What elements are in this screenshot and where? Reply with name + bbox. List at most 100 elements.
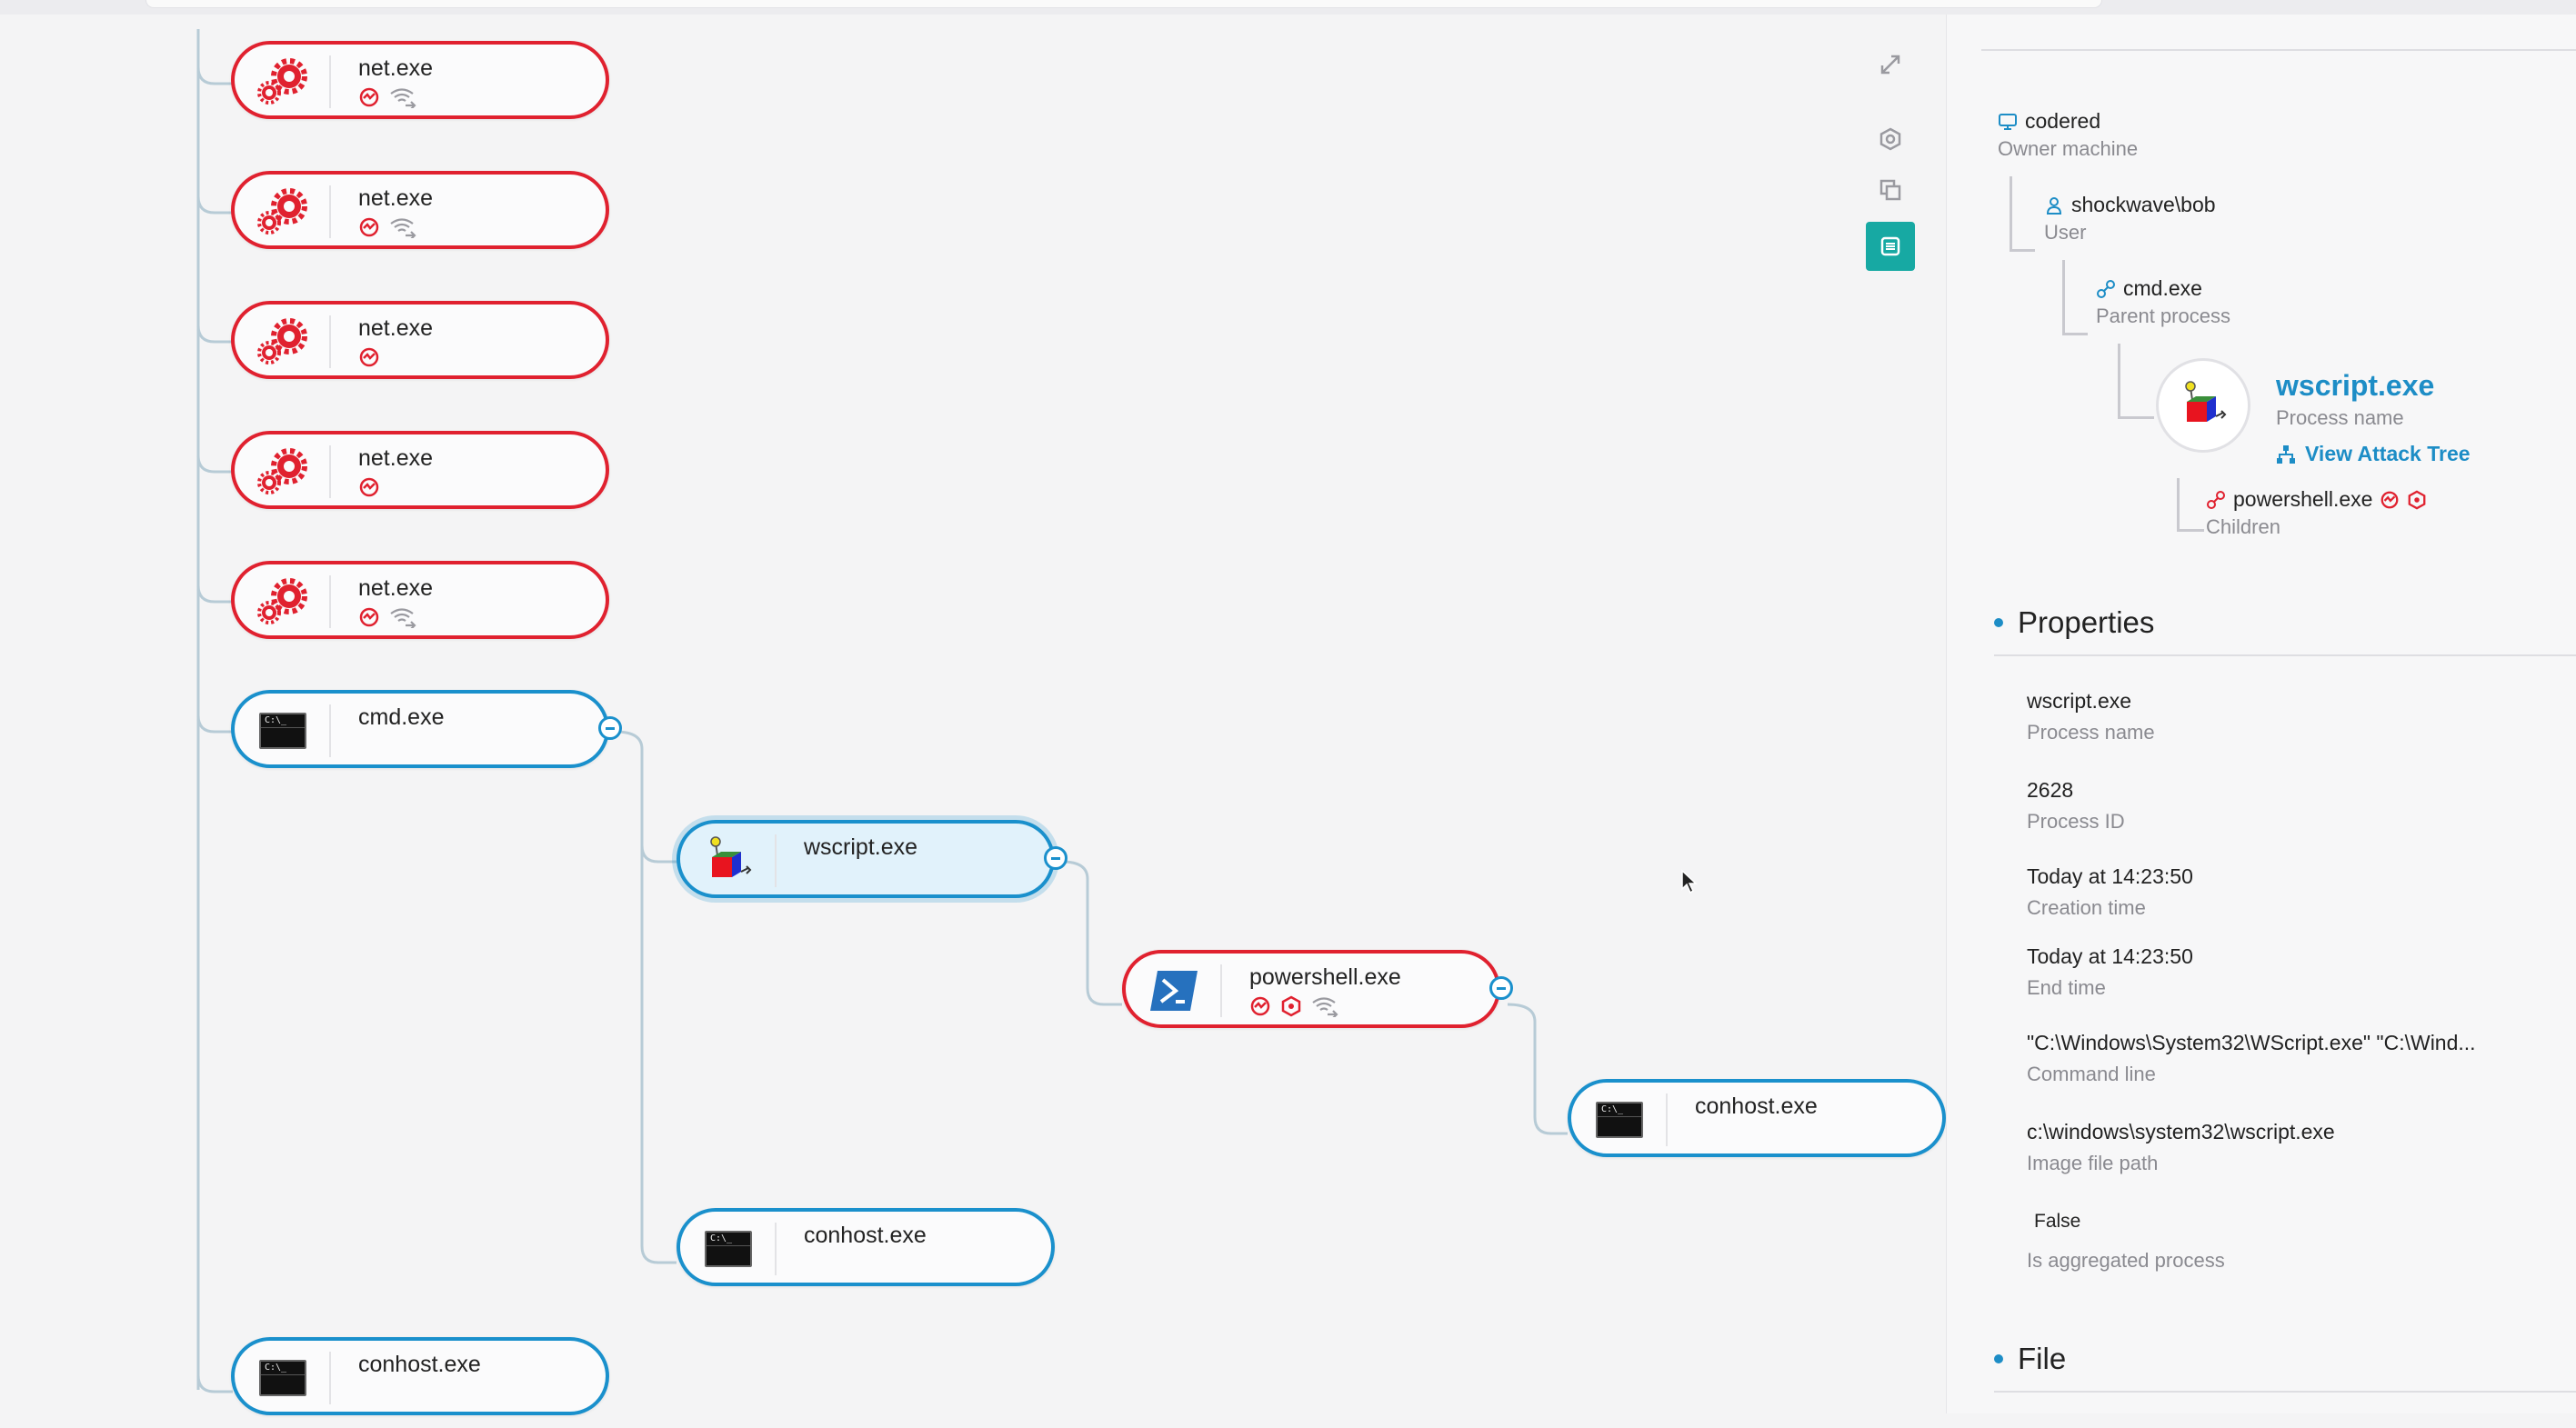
address-bar[interactable] bbox=[145, 0, 2102, 8]
node-separator bbox=[1220, 964, 1222, 1017]
process-name: net.exe bbox=[358, 55, 434, 81]
user-label: User bbox=[2044, 221, 2087, 244]
alert-icon bbox=[358, 86, 380, 108]
alert-icon bbox=[358, 346, 380, 368]
node-separator bbox=[329, 1352, 331, 1404]
terminal-icon bbox=[1591, 1094, 1648, 1145]
attack-tree-icon bbox=[2276, 444, 2296, 464]
process-avatar bbox=[2156, 358, 2250, 453]
process-name: net.exe bbox=[358, 185, 434, 211]
property-value: 2628 bbox=[2027, 778, 2074, 802]
edge-net-1 bbox=[196, 66, 233, 85]
property-label: Process name bbox=[2027, 721, 2155, 744]
alert-icon bbox=[358, 216, 380, 238]
process-node-cmd-exe[interactable]: cmd.exe bbox=[231, 690, 622, 768]
copy-icon[interactable] bbox=[1866, 165, 1915, 215]
section-divider bbox=[1994, 1391, 2576, 1393]
wscript-cube-icon bbox=[2185, 381, 2227, 422]
owner-machine-item: codered Owner machine bbox=[1998, 109, 2138, 161]
property-label: Creation time bbox=[2027, 896, 2146, 919]
list-icon[interactable] bbox=[1866, 222, 1915, 271]
process-node-net-exe[interactable]: net.exe bbox=[231, 561, 609, 639]
properties-section-header[interactable]: Properties bbox=[1994, 605, 2154, 640]
process-node-net-exe[interactable]: net.exe bbox=[231, 171, 609, 249]
children-item[interactable]: powershell.exe Children bbox=[2206, 487, 2427, 539]
alert-icon bbox=[358, 606, 380, 628]
node-separator bbox=[329, 704, 331, 757]
edge-wscript-child bbox=[1061, 860, 1122, 1006]
owner-machine-value: codered bbox=[2025, 109, 2101, 133]
process-name: cmd.exe bbox=[358, 704, 445, 730]
gears-icon bbox=[255, 446, 311, 497]
user-value: shockwave\bob bbox=[2071, 193, 2216, 216]
edge-net-2 bbox=[196, 195, 233, 215]
process-name: net.exe bbox=[358, 315, 434, 341]
network-icon bbox=[389, 216, 416, 240]
process-node-net-exe[interactable]: net.exe bbox=[231, 41, 609, 119]
section-bullet-icon bbox=[1994, 1354, 2003, 1363]
process-node-net-exe[interactable]: net.exe bbox=[231, 301, 609, 379]
gears-icon bbox=[255, 576, 311, 627]
edge-conhost-3 bbox=[196, 1374, 233, 1393]
property-label: Process ID bbox=[2027, 810, 2125, 833]
property-value: wscript.exe bbox=[2027, 689, 2132, 713]
tree-connector bbox=[2118, 344, 2120, 416]
section-bullet-icon bbox=[1994, 618, 2003, 627]
tree-connector bbox=[2177, 478, 2180, 529]
process-node-conhost-exe[interactable]: conhost.exe bbox=[677, 1208, 1055, 1286]
process-name-value: wscript.exe bbox=[2276, 369, 2435, 402]
property-label: Image file path bbox=[2027, 1152, 2159, 1174]
tree-connector bbox=[2062, 333, 2088, 335]
network-icon bbox=[389, 606, 416, 630]
mouse-cursor-icon bbox=[1681, 869, 1698, 894]
process-node-powershell-exe[interactable]: powershell.exe bbox=[1122, 950, 1513, 1028]
alert-icon bbox=[358, 476, 380, 498]
parent-process-item[interactable]: cmd.exe Parent process bbox=[2096, 276, 2230, 328]
network-icon bbox=[1311, 995, 1338, 1019]
property-value: False bbox=[2034, 1211, 2081, 1232]
property-item: False Is aggregated process bbox=[2027, 1211, 2225, 1273]
collapse-button[interactable] bbox=[1489, 976, 1513, 1000]
process-name-item: wscript.exe Process name bbox=[2276, 369, 2434, 430]
tree-connector bbox=[2010, 176, 2012, 249]
edge-cmd-children bbox=[615, 730, 677, 1264]
process-node-net-exe[interactable]: net.exe bbox=[231, 431, 609, 509]
file-section-header[interactable]: File bbox=[1994, 1342, 2066, 1376]
settings-hex-icon[interactable] bbox=[1866, 115, 1915, 164]
process-node-wscript-exe[interactable]: wscript.exe bbox=[677, 820, 1067, 898]
property-item: "C:\Windows\System32\WScript.exe" "C:\Wi… bbox=[2027, 1031, 2476, 1086]
edge-powershell-child bbox=[1507, 1003, 1568, 1135]
process-graph-canvas[interactable]: net.exe net.exe net.exe net.exe net.exe … bbox=[0, 15, 1946, 1415]
collapse-button[interactable] bbox=[598, 716, 622, 740]
process-node-conhost-exe[interactable]: conhost.exe bbox=[231, 1337, 609, 1415]
process-link-icon bbox=[2206, 490, 2226, 510]
process-name: wscript.exe bbox=[804, 834, 918, 860]
gears-icon bbox=[255, 186, 311, 237]
browser-top-bar bbox=[0, 0, 2576, 15]
edge-net-5 bbox=[196, 584, 233, 604]
expand-icon[interactable] bbox=[1866, 40, 1915, 89]
hexagon-icon bbox=[2407, 490, 2427, 510]
node-separator bbox=[775, 834, 777, 887]
view-attack-tree-link[interactable]: View Attack Tree bbox=[2276, 442, 2471, 466]
section-divider bbox=[1994, 654, 2576, 656]
node-separator bbox=[329, 445, 331, 498]
process-node-conhost-exe[interactable]: conhost.exe bbox=[1568, 1079, 1946, 1157]
alert-icon bbox=[2380, 490, 2400, 510]
node-separator bbox=[329, 575, 331, 628]
property-item: wscript.exe Process name bbox=[2027, 689, 2155, 744]
tree-connector bbox=[2010, 249, 2035, 252]
alert-icon bbox=[1249, 995, 1271, 1017]
process-name: conhost.exe bbox=[1695, 1093, 1818, 1119]
terminal-icon bbox=[255, 705, 311, 756]
property-item: 2628 Process ID bbox=[2027, 778, 2125, 834]
children-value: powershell.exe bbox=[2233, 487, 2373, 511]
user-icon bbox=[2044, 195, 2064, 215]
panel-divider bbox=[1981, 49, 2576, 51]
collapse-button[interactable] bbox=[1044, 846, 1067, 870]
process-name: net.exe bbox=[358, 445, 434, 471]
property-value: c:\windows\system32\wscript.exe bbox=[2027, 1120, 2335, 1143]
tree-connector bbox=[2118, 416, 2154, 419]
tree-connector bbox=[2062, 260, 2065, 333]
network-icon bbox=[389, 86, 416, 110]
